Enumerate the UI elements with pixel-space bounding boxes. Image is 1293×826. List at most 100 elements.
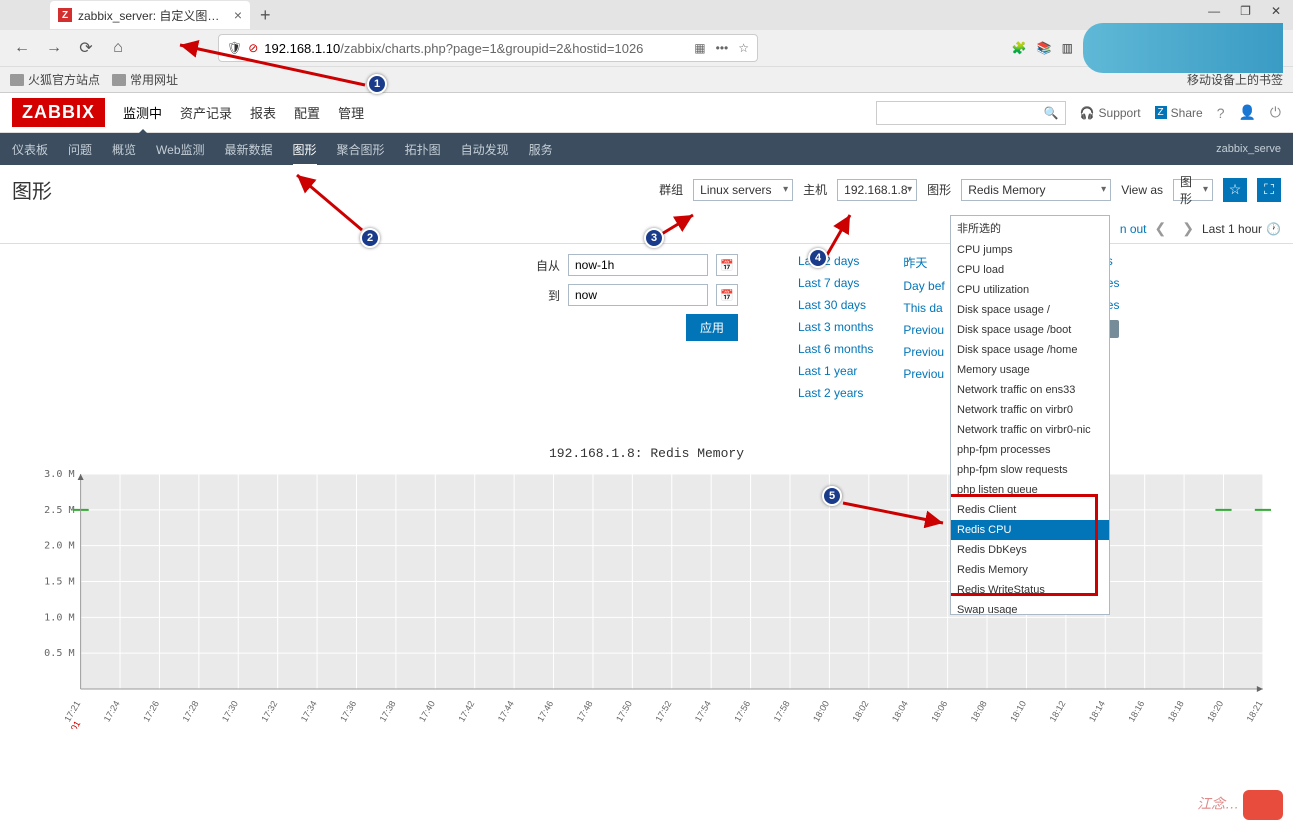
time-range-link[interactable]: This da (903, 301, 944, 315)
dropdown-item[interactable]: Network traffic on virbr0-nic (951, 420, 1109, 440)
subnav-item[interactable]: 仪表板 (12, 141, 48, 158)
host-label: 主机 (803, 181, 827, 198)
svg-text:18:00: 18:00 (811, 699, 831, 723)
tab-close-icon[interactable]: × (234, 7, 242, 23)
search-icon[interactable]: 🔍 (1044, 106, 1059, 120)
nav-item[interactable]: 配置 (294, 103, 320, 122)
dropdown-item[interactable]: CPU utilization (951, 280, 1109, 300)
to-input[interactable] (568, 284, 708, 306)
group-label: 群组 (659, 181, 683, 198)
dropdown-item[interactable]: Redis CPU (951, 520, 1109, 540)
global-search[interactable]: 🔍 (876, 101, 1066, 125)
nav-item[interactable]: 管理 (338, 103, 364, 122)
zabbix-logo[interactable]: ZABBIX (12, 98, 105, 127)
dropdown-item[interactable]: Memory usage (951, 360, 1109, 380)
subnav-item[interactable]: Web监测 (156, 141, 204, 158)
sidebar-icon[interactable]: ▥ (1062, 41, 1073, 55)
time-range-link[interactable]: Last 1 year (798, 364, 873, 378)
back-button[interactable]: ← (10, 36, 34, 60)
time-range-link[interactable]: Previou (903, 367, 944, 381)
time-range-link[interactable]: Previou (903, 345, 944, 359)
dropdown-item[interactable]: Disk space usage /home (951, 340, 1109, 360)
time-range-link[interactable]: Last 7 days (798, 276, 873, 290)
bookmark-star-icon[interactable]: ☆ (738, 41, 749, 55)
nav-item[interactable]: 报表 (250, 103, 276, 122)
calendar-icon[interactable]: 📅 (716, 284, 738, 306)
svg-text:17:56: 17:56 (732, 699, 752, 723)
fullscreen-button[interactable]: ⛶ (1257, 178, 1281, 202)
bookmark-item[interactable]: 常用网址 (112, 71, 178, 88)
dropdown-item[interactable]: 非所选的 (951, 216, 1109, 240)
subnav-item[interactable]: 拓扑图 (405, 141, 441, 158)
group-select[interactable]: Linux servers (693, 179, 793, 201)
maximize-button[interactable]: ❐ (1240, 4, 1251, 18)
time-range-link[interactable]: Previou (903, 323, 944, 337)
subnav-item[interactable]: 聚合图形 (337, 141, 385, 158)
dropdown-item[interactable]: php-fpm processes (951, 440, 1109, 460)
nav-item[interactable]: 监测中 (123, 103, 162, 122)
dropdown-item[interactable]: CPU jumps (951, 240, 1109, 260)
new-tab-button[interactable]: + (250, 5, 281, 26)
subnav-item[interactable]: 问题 (68, 141, 92, 158)
subnav-item[interactable]: 自动发现 (461, 141, 509, 158)
time-range-link[interactable]: Day bef (903, 279, 944, 293)
search-input[interactable] (883, 106, 1044, 120)
dropdown-item[interactable]: CPU load (951, 260, 1109, 280)
dropdown-item[interactable]: Redis WriteStatus (951, 580, 1109, 600)
forward-button[interactable]: → (42, 36, 66, 60)
support-link[interactable]: 🎧 Support (1080, 106, 1141, 120)
time-range-link[interactable]: Last 6 months (798, 342, 873, 356)
subnav-item[interactable]: 概览 (112, 141, 136, 158)
reload-button[interactable]: ⟳ (74, 36, 98, 60)
subnav-item[interactable]: 最新数据 (225, 141, 273, 158)
apply-button[interactable]: 应用 (686, 314, 738, 341)
time-range-link[interactable]: Last 2 years (798, 386, 873, 400)
subnav-item[interactable]: 图形 (293, 141, 317, 158)
subnav-item[interactable]: 服务 (529, 141, 553, 158)
dropdown-item[interactable]: Disk space usage /boot (951, 320, 1109, 340)
reader-icon[interactable]: ▦ (694, 41, 705, 55)
user-icon[interactable]: 👤 (1238, 104, 1255, 121)
calendar-icon[interactable]: 📅 (716, 254, 738, 276)
graph-select[interactable]: Redis Memory (961, 179, 1111, 201)
dropdown-item[interactable]: php listen queue (951, 480, 1109, 500)
folder-icon (112, 74, 126, 86)
time-prev-icon[interactable]: ❮ (1147, 220, 1175, 237)
share-link[interactable]: Z Share (1155, 106, 1203, 120)
dropdown-item[interactable]: Network traffic on virbr0 (951, 400, 1109, 420)
svg-text:3.0 M: 3.0 M (44, 469, 74, 480)
from-input[interactable] (568, 254, 708, 276)
time-range-link[interactable]: Last 30 days (798, 298, 873, 312)
graph-dropdown[interactable]: 非所选的CPU jumpsCPU loadCPU utilizationDisk… (950, 215, 1110, 615)
view-as-select[interactable]: 图形 (1173, 179, 1213, 201)
browser-tab[interactable]: Z zabbix_server: 自定义图表 [每 × (50, 1, 250, 29)
favorite-button[interactable]: ☆ (1223, 178, 1247, 202)
extension-icon[interactable]: 🧩 (1012, 41, 1027, 55)
home-button[interactable]: ⌂ (106, 36, 130, 60)
dropdown-item[interactable]: Disk space usage / (951, 300, 1109, 320)
power-icon[interactable]: ⏻ (1270, 104, 1281, 121)
time-range-link[interactable]: Last 3 months (798, 320, 873, 334)
time-next-icon[interactable]: ❯ (1174, 220, 1202, 237)
time-range-link[interactable]: 昨天 (903, 254, 944, 271)
dropdown-item[interactable]: Redis Memory (951, 560, 1109, 580)
svg-text:17:28: 17:28 (181, 699, 201, 723)
nav-item[interactable]: 资产记录 (180, 103, 232, 122)
host-select[interactable]: 192.168.1.8 (837, 179, 917, 201)
minimize-button[interactable]: — (1208, 4, 1220, 18)
bookmark-item[interactable]: 火狐官方站点 (10, 71, 100, 88)
url-field[interactable]: 🛡 ⊘ 192.168.1.10/zabbix/charts.php?page=… (218, 34, 758, 62)
library-icon[interactable]: 📚 (1037, 41, 1052, 55)
menu-dots-icon[interactable]: ••• (716, 41, 729, 55)
time-current[interactable]: Last 1 hour 🕐 (1202, 222, 1281, 236)
close-window-button[interactable]: ✕ (1271, 4, 1281, 18)
dropdown-item[interactable]: Network traffic on ens33 (951, 380, 1109, 400)
dropdown-item[interactable]: Redis Client (951, 500, 1109, 520)
dropdown-item[interactable]: php-fpm slow requests (951, 460, 1109, 480)
zoom-out-link[interactable]: n out (1120, 222, 1147, 236)
dropdown-item[interactable]: Swap usage (951, 600, 1109, 615)
dropdown-item[interactable]: Redis DbKeys (951, 540, 1109, 560)
svg-text:17:40: 17:40 (417, 699, 437, 723)
mobile-bookmarks[interactable]: 移动设备上的书签 (1187, 71, 1283, 88)
help-icon[interactable]: ? (1217, 105, 1225, 121)
